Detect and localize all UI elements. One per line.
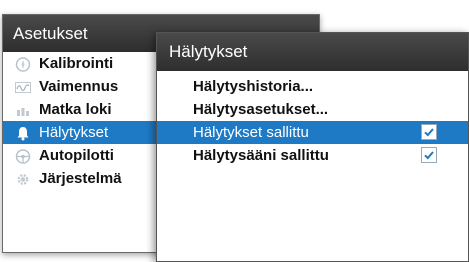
checkmark-icon [424, 151, 434, 160]
system-gear-icon [15, 171, 31, 186]
alarms-enabled-item[interactable]: Hälytykset sallittu [157, 121, 468, 144]
checkmark-icon [424, 128, 434, 137]
alarm-item-label: Hälytysasetukset... [193, 101, 329, 118]
alarms-menu: Hälytyshistoria... Hälytysasetukset... H… [157, 75, 468, 167]
settings-item-label: Kalibrointi [39, 55, 114, 72]
alarm-item-label: Hälytyshistoria... [193, 78, 314, 95]
settings-item-label: Järjestelmä [39, 170, 122, 187]
alarm-item-label: Hälytysääni sallittu [193, 147, 329, 164]
alarm-item-label: Hälytykset sallittu [193, 124, 309, 141]
compass-icon [15, 56, 31, 72]
settings-item-label: Matka loki [39, 101, 112, 118]
steering-wheel-icon [15, 148, 31, 164]
settings-item-label: Hälytykset [39, 124, 109, 141]
damping-wave-icon [15, 79, 31, 94]
settings-item-label: Vaimennus [39, 78, 119, 95]
alarm-sound-enabled-item[interactable]: Hälytysääni sallittu [157, 144, 468, 167]
settings-item-label: Autopilotti [39, 147, 114, 164]
alarms-dialog: Hälytykset Hälytyshistoria... Hälytysase… [156, 32, 469, 262]
alarm-history-item[interactable]: Hälytyshistoria... [157, 75, 468, 98]
alarms-enabled-checkbox[interactable] [421, 124, 437, 140]
trip-log-icon [15, 102, 31, 117]
alarm-sound-enabled-checkbox[interactable] [421, 147, 437, 163]
alarms-title: Hälytykset [157, 33, 468, 71]
alarm-bell-icon [15, 125, 31, 141]
alarm-settings-item[interactable]: Hälytysasetukset... [157, 98, 468, 121]
